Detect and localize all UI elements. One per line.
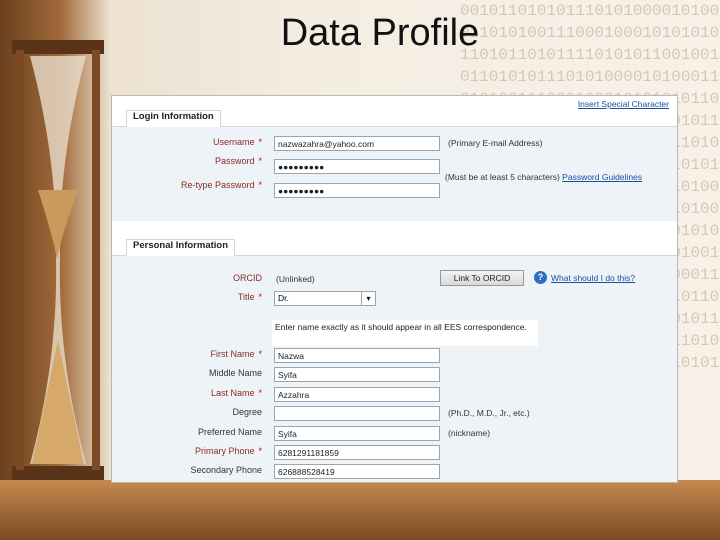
- preferred-name-note: (nickname): [448, 428, 491, 438]
- primary-phone-label: Primary Phone *: [194, 446, 262, 456]
- first-name-label: First Name *: [210, 349, 262, 359]
- personal-information-tab[interactable]: Personal Information: [126, 239, 236, 257]
- name-instructions: Enter name exactly as it should appear i…: [272, 320, 538, 346]
- password-guidelines-link[interactable]: Password Guidelines: [562, 172, 642, 182]
- orcid-label: ORCID: [233, 273, 262, 283]
- degree-note: (Ph.D., M.D., Jr., etc.): [448, 408, 530, 418]
- username-note: (Primary E-mail Address): [448, 138, 543, 148]
- orcid-help-link[interactable]: What should I do this?: [551, 273, 635, 283]
- help-icon[interactable]: ?: [534, 271, 547, 284]
- table-surface: [0, 480, 720, 540]
- slide-title: Data Profile: [280, 12, 480, 54]
- login-section: Username * nazwazahra@yahoo.com (Primary …: [112, 127, 677, 221]
- degree-label: Degree: [232, 407, 262, 417]
- degree-input[interactable]: [274, 406, 440, 421]
- title-select[interactable]: Dr. ▾: [274, 291, 376, 306]
- personal-section-header: Personal Information: [112, 233, 677, 257]
- middle-name-label: Middle Name: [208, 368, 262, 378]
- secondary-phone-input[interactable]: 626888528419: [274, 464, 440, 479]
- retype-password-label: Re-type Password *: [180, 180, 262, 190]
- personal-section: ORCID (Unlinked) Link To ORCID ? What sh…: [112, 256, 677, 482]
- password-label: Password *: [214, 156, 262, 166]
- chevron-down-icon: ▾: [361, 292, 375, 305]
- password-input[interactable]: ●●●●●●●●●: [274, 159, 440, 174]
- middle-name-input[interactable]: Syifa: [274, 367, 440, 382]
- hourglass-icon: [12, 40, 104, 480]
- orcid-status: (Unlinked): [276, 274, 315, 284]
- link-to-orcid-button[interactable]: Link To ORCID: [440, 270, 524, 286]
- username-input[interactable]: nazwazahra@yahoo.com: [274, 136, 440, 151]
- last-name-label: Last Name *: [210, 388, 262, 398]
- secondary-phone-label: Secondary Phone: [190, 465, 262, 475]
- first-name-input[interactable]: Nazwa: [274, 348, 440, 363]
- password-note: (Must be at least 5 characters) Password…: [445, 172, 643, 182]
- last-name-input[interactable]: Azzahra: [274, 387, 440, 402]
- preferred-name-label: Preferred Name: [197, 427, 262, 437]
- preferred-name-input[interactable]: Syifa: [274, 426, 440, 441]
- retype-password-input[interactable]: ●●●●●●●●●: [274, 183, 440, 198]
- primary-phone-input[interactable]: 6281291181859: [274, 445, 440, 460]
- login-information-tab[interactable]: Login Information: [126, 110, 221, 128]
- username-label: Username *: [212, 137, 262, 147]
- login-section-header: Login Information: [112, 104, 677, 128]
- data-profile-form: Insert Special Character Login Informati…: [111, 95, 678, 483]
- title-label: Title *: [237, 292, 262, 302]
